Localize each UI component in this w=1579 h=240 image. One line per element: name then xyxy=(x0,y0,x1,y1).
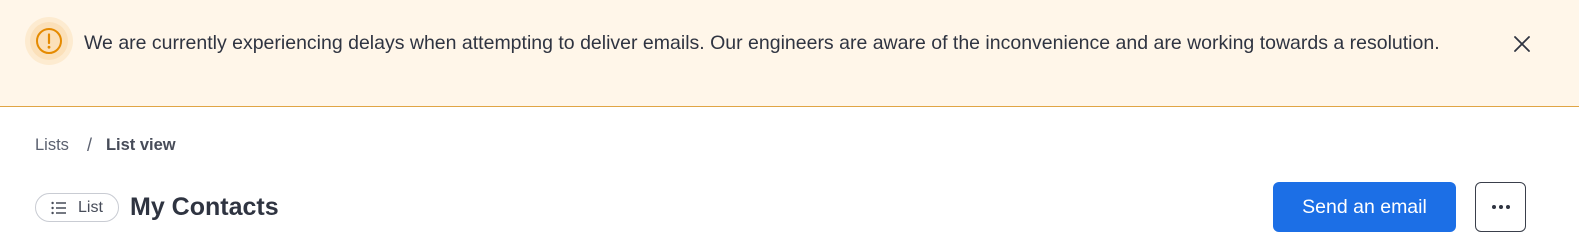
breadcrumb-link-lists[interactable]: Lists xyxy=(35,136,69,155)
page-title: My Contacts xyxy=(130,193,279,221)
alert-banner: We are currently experiencing delays whe… xyxy=(0,0,1579,107)
more-horizontal-icon xyxy=(1491,204,1511,210)
warning-circle-icon xyxy=(25,17,73,65)
list-type-label: List xyxy=(78,198,103,216)
more-options-button[interactable] xyxy=(1475,182,1526,232)
breadcrumb-current: List view xyxy=(105,135,176,154)
alert-message: We are currently experiencing delays whe… xyxy=(84,32,1440,54)
breadcrumb: Lists / List view xyxy=(35,134,176,156)
list-type-chip: List xyxy=(35,193,119,222)
list-icon xyxy=(51,201,67,215)
send-email-button[interactable]: Send an email xyxy=(1273,182,1456,232)
breadcrumb-separator: / xyxy=(86,134,92,155)
close-icon[interactable] xyxy=(1508,30,1536,58)
